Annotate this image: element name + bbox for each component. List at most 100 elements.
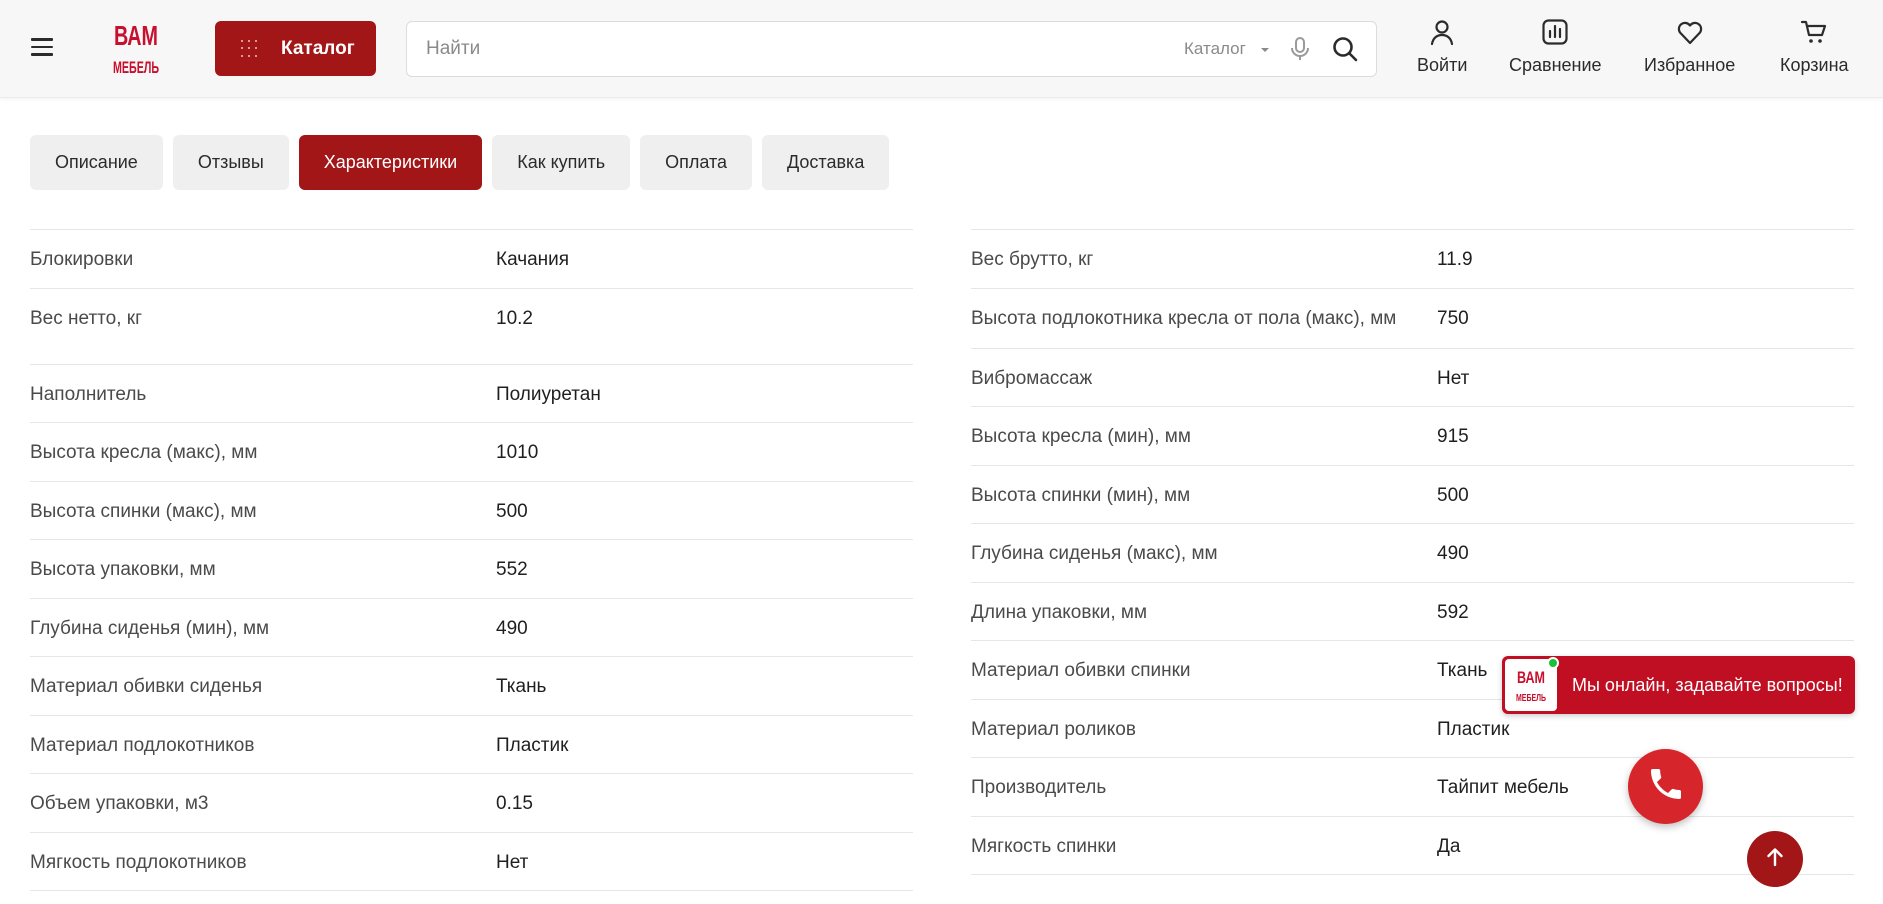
- spec-row: Высота кресла (макс), мм 1010: [30, 422, 913, 481]
- nav-cart-label: Корзина: [1780, 55, 1849, 75]
- spec-row: Материал подлокотников Пластик: [30, 715, 913, 773]
- spec-key: Высота кресла (макс), мм: [30, 442, 258, 463]
- catalog-button[interactable]: Каталог: [215, 21, 376, 76]
- spec-key: Высота спинки (мин), мм: [971, 485, 1191, 506]
- compare-chart-icon: [1540, 17, 1570, 47]
- spec-key: Вес нетто, кг: [30, 308, 143, 329]
- search-scope-select[interactable]: Каталог: [1184, 39, 1246, 59]
- spec-key: Мягкость подлокотников: [30, 852, 247, 873]
- spec-row: Блокировки Качания: [30, 229, 913, 288]
- search-input[interactable]: [426, 34, 1046, 64]
- catalog-button-label: Каталог: [281, 37, 355, 59]
- search-icon[interactable]: [1331, 35, 1359, 63]
- spec-row: Вес нетто, кг 10.2: [30, 288, 913, 364]
- caret-down-icon: [1261, 48, 1269, 52]
- spec-row: Высота спинки (макс), мм 500: [30, 481, 913, 539]
- callback-button[interactable]: [1628, 749, 1703, 824]
- nav-cart[interactable]: Корзина: [1780, 17, 1849, 76]
- spec-value: 592: [1437, 602, 1469, 623]
- heart-icon: [1675, 17, 1705, 47]
- scroll-to-top-button[interactable]: [1747, 831, 1803, 887]
- spec-row: Наполнитель Полиуретан: [30, 364, 913, 422]
- spec-value: Ткань: [496, 676, 547, 697]
- spec-row: Глубина сиденья (макс), мм 490: [971, 523, 1854, 582]
- nav-login-label: Войти: [1417, 55, 1468, 75]
- spec-row: Высота упаковки, мм 552: [30, 539, 913, 598]
- svg-text:ВАМ: ВАМ: [1517, 668, 1545, 687]
- spec-key: Вес брутто, кг: [971, 249, 1094, 270]
- specs-table-left: Блокировки Качания Вес нетто, кг 10.2 На…: [30, 229, 913, 891]
- phone-icon: [1646, 764, 1686, 809]
- online-status-dot: [1547, 657, 1559, 669]
- search-bar: Каталог: [406, 21, 1377, 77]
- spec-value: Качания: [496, 249, 570, 270]
- spec-key: Производитель: [971, 777, 1107, 798]
- site-logo[interactable]: ВАМ МЕБЕЛЬ: [110, 18, 162, 80]
- spec-value: 750: [1437, 308, 1469, 329]
- spec-row: Глубина сиденья (мин), мм 490: [30, 598, 913, 656]
- tab-reviews[interactable]: Отзывы: [172, 135, 289, 190]
- spec-row: Высота спинки (мин), мм 500: [971, 465, 1854, 523]
- cart-icon: [1799, 17, 1829, 47]
- tab-how-to-buy[interactable]: Как купить: [492, 135, 631, 190]
- svg-text:ВАМ: ВАМ: [114, 20, 158, 51]
- arrow-up-icon: [1763, 845, 1787, 874]
- menu-icon[interactable]: [31, 38, 53, 56]
- specs-table-right: Вес брутто, кг 11.9 Высота подлокотника …: [971, 229, 1854, 875]
- user-icon: [1427, 17, 1457, 47]
- spec-value: 0.15: [496, 793, 533, 814]
- tab-delivery[interactable]: Доставка: [762, 135, 890, 190]
- microphone-icon[interactable]: [1289, 36, 1311, 62]
- site-header: ВАМ МЕБЕЛЬ Каталог Каталог: [0, 0, 1883, 98]
- spec-value: 490: [496, 618, 528, 639]
- tab-description[interactable]: Описание: [30, 135, 163, 190]
- spec-key: Материал подлокотников: [30, 735, 255, 756]
- spec-value: Пластик: [1437, 719, 1510, 740]
- spec-row: Высота подлокотника кресла от пола (макс…: [971, 288, 1854, 348]
- grid-dots-icon: [241, 39, 259, 58]
- product-tabs: Описание Отзывы Характеристики Как купит…: [30, 135, 890, 190]
- spec-key: Материал роликов: [971, 719, 1136, 740]
- spec-row: Длина упаковки, мм 592: [971, 582, 1854, 640]
- spec-key: Мягкость спинки: [971, 836, 1117, 857]
- nav-favorites-label: Избранное: [1644, 55, 1736, 75]
- spec-key: Материал обивки сиденья: [30, 676, 263, 697]
- svg-text:МЕБЕЛЬ: МЕБЕЛЬ: [1516, 693, 1546, 704]
- spec-row: Объем упаковки, м3 0.15: [30, 773, 913, 832]
- spec-row: Производитель Тайпит мебель: [971, 757, 1854, 816]
- spec-value: 1010: [496, 442, 539, 463]
- spec-value: 500: [1437, 485, 1469, 506]
- spec-value: 11.9: [1437, 249, 1473, 270]
- spec-key: Блокировки: [30, 249, 134, 270]
- spec-row: Материал обивки сиденья Ткань: [30, 656, 913, 715]
- online-chat-widget[interactable]: ВАМ МЕБЕЛЬ Мы онлайн, задавайте вопросы!: [1502, 656, 1855, 714]
- spec-value: 490: [1437, 543, 1469, 564]
- nav-login[interactable]: Войти: [1417, 17, 1467, 76]
- spec-value: 915: [1437, 426, 1469, 447]
- nav-compare-label: Сравнение: [1509, 55, 1602, 75]
- tab-payment[interactable]: Оплата: [640, 135, 753, 190]
- spec-key: Глубина сиденья (макс), мм: [971, 543, 1218, 564]
- spec-value: Нет: [1437, 368, 1470, 389]
- spec-key: Высота кресла (мин), мм: [971, 426, 1191, 447]
- spec-value: 552: [496, 559, 528, 580]
- tab-specifications[interactable]: Характеристики: [298, 135, 483, 190]
- chat-logo: ВАМ МЕБЕЛЬ: [1505, 657, 1559, 711]
- chat-widget-text: Мы онлайн, задавайте вопросы!: [1572, 674, 1843, 695]
- spec-key: Объем упаковки, м3: [30, 793, 209, 814]
- spec-value: Пластик: [496, 735, 569, 756]
- spec-key: Высота спинки (макс), мм: [30, 501, 257, 522]
- nav-favorites[interactable]: Избранное: [1644, 17, 1735, 76]
- spec-key: Высота подлокотника кресла от пола (макс…: [971, 308, 1397, 329]
- nav-compare[interactable]: Сравнение: [1509, 17, 1602, 76]
- spec-row: Вибромассаж Нет: [971, 348, 1854, 406]
- spec-row: Вес брутто, кг 11.9: [971, 229, 1854, 288]
- spec-row: Мягкость спинки Да: [971, 816, 1854, 875]
- spec-row: Мягкость подлокотников Нет: [30, 832, 913, 891]
- spec-value: Полиуретан: [496, 384, 601, 405]
- spec-key: Наполнитель: [30, 384, 147, 405]
- spec-key: Вибромассаж: [971, 368, 1093, 389]
- spec-value: Нет: [496, 852, 529, 873]
- spec-key: Высота упаковки, мм: [30, 559, 216, 580]
- spec-value: 500: [496, 501, 528, 522]
